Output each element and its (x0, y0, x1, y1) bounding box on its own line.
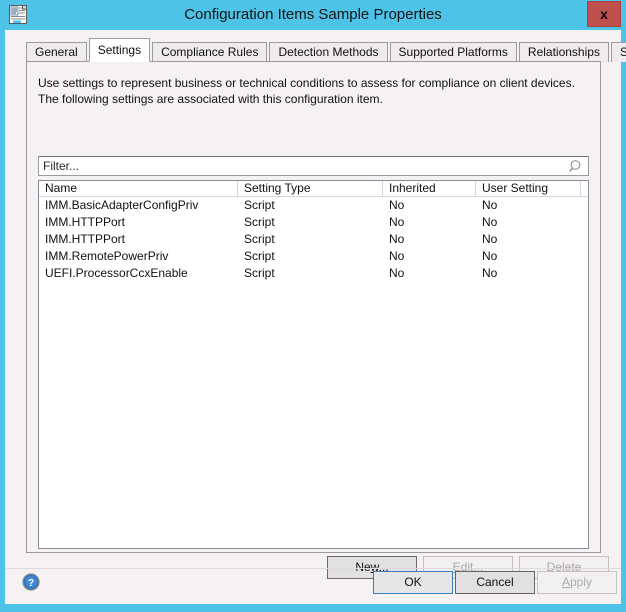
filter-box[interactable] (38, 156, 589, 176)
panel-description: Use settings to represent business or te… (38, 76, 575, 106)
apply-button-accel: A (561, 575, 570, 589)
settings-tab-panel: Use settings to represent business or te… (26, 61, 609, 579)
cell-user-setting: No (482, 249, 498, 263)
ok-button[interactable]: OK (373, 571, 453, 594)
cell-setting-type: Script (244, 266, 275, 280)
cell-user-setting: No (482, 266, 498, 280)
column-header-setting-type[interactable]: Setting Type (238, 181, 383, 196)
cell-setting-type: Script (244, 232, 275, 246)
cell-name: IMM.BasicAdapterConfigPriv (45, 198, 199, 212)
table-row[interactable]: IMM.HTTPPort Script No No (39, 231, 588, 248)
close-button[interactable]: x (587, 1, 621, 27)
listview-body: IMM.BasicAdapterConfigPriv Script No No … (39, 197, 588, 282)
help-icon[interactable]: ? (22, 573, 40, 591)
cell-name: IMM.HTTPPort (45, 215, 125, 229)
settings-listview[interactable]: Name Setting Type Inherited User Setting… (38, 180, 589, 549)
table-row[interactable]: IMM.RemotePowerPriv Script No No (39, 248, 588, 265)
filter-input[interactable] (43, 157, 563, 175)
apply-button: Apply (537, 571, 617, 594)
properties-dialog-window: Configuration Items Sample Properties x … (0, 0, 626, 612)
table-row[interactable]: IMM.BasicAdapterConfigPriv Script No No (39, 197, 588, 214)
cell-name: UEFI.ProcessorCcxEnable (45, 266, 188, 280)
dialog-client-area: General Settings Compliance Rules Detect… (5, 30, 626, 604)
cell-inherited: No (389, 266, 405, 280)
tab-relationships[interactable]: Relationships (518, 42, 609, 62)
tab-detection-methods[interactable]: Detection Methods (269, 42, 388, 62)
cell-user-setting: No (482, 215, 498, 229)
cell-inherited: No (389, 215, 405, 229)
column-header-name[interactable]: Name (39, 181, 238, 196)
window-title: Configuration Items Sample Properties (184, 6, 442, 23)
cell-user-setting: No (482, 232, 498, 246)
apply-button-label-post: pply (570, 575, 593, 589)
column-header-inherited[interactable]: Inherited (383, 181, 476, 196)
listview-header: Name Setting Type Inherited User Setting (39, 181, 588, 197)
footer-separator (5, 568, 621, 569)
cell-user-setting: No (482, 198, 498, 212)
search-icon[interactable] (569, 159, 584, 174)
title-bar[interactable]: Configuration Items Sample Properties x (0, 0, 626, 30)
cell-inherited: No (389, 249, 405, 263)
cell-setting-type: Script (244, 215, 275, 229)
tab-security[interactable]: Security (610, 42, 626, 62)
cell-inherited: No (389, 232, 405, 246)
cell-setting-type: Script (244, 249, 275, 263)
tab-settings[interactable]: Settings (88, 38, 151, 62)
column-header-filler (581, 181, 587, 196)
cell-inherited: No (389, 198, 405, 212)
table-row[interactable]: IMM.HTTPPort Script No No (39, 214, 588, 231)
cell-setting-type: Script (244, 198, 275, 212)
table-row[interactable]: UEFI.ProcessorCcxEnable Script No No (39, 265, 588, 282)
column-header-user-setting[interactable]: User Setting (476, 181, 581, 196)
cell-name: IMM.HTTPPort (45, 232, 125, 246)
svg-text:?: ? (28, 577, 34, 589)
cancel-button[interactable]: Cancel (455, 571, 535, 594)
cell-name: IMM.RemotePowerPriv (45, 249, 169, 263)
tab-general[interactable]: General (26, 42, 87, 62)
tab-compliance-rules[interactable]: Compliance Rules (152, 42, 268, 62)
tab-supported-platforms[interactable]: Supported Platforms (389, 42, 517, 62)
new-button-label-pre: Ne (355, 560, 371, 574)
